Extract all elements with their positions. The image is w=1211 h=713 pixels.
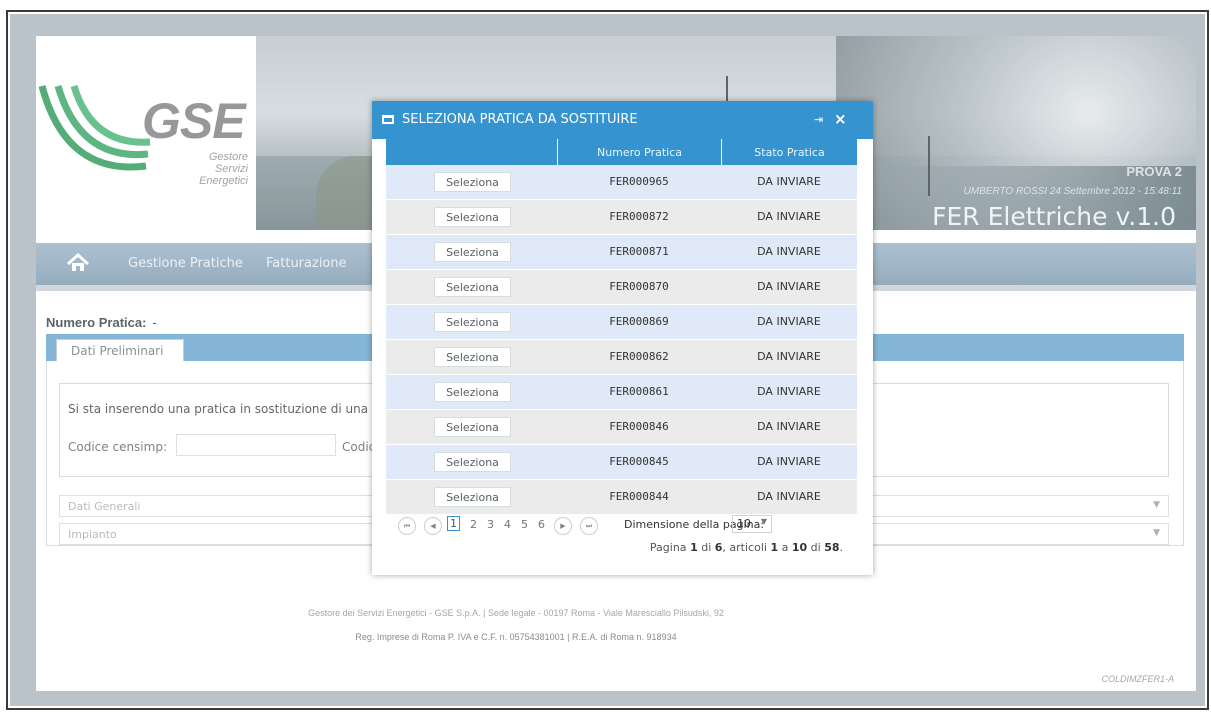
column-header-numero[interactable]: Numero Pratica (557, 139, 721, 165)
stato-pratica-cell: DA INVIARE (757, 420, 821, 433)
stato-pratica-cell: DA INVIARE (757, 315, 821, 328)
grid-header: Numero Pratica Stato Pratica (386, 139, 857, 165)
seleziona-button[interactable]: Seleziona (434, 277, 511, 297)
page-5[interactable]: 5 (521, 518, 528, 531)
dialog-header: SELEZIONA PRATICA DA SOSTITUIRE ⇥ × (372, 101, 873, 139)
close-icon[interactable]: × (834, 110, 847, 128)
dialog-title: SELEZIONA PRATICA DA SOSTITUIRE (402, 112, 638, 127)
chevron-down-icon: ▼ (760, 517, 767, 526)
numero-pratica-cell: FER000862 (609, 350, 669, 363)
numero-pratica-cell: FER000846 (609, 420, 669, 433)
table-row[interactable]: Seleziona FER000872 DA INVIARE (386, 200, 857, 235)
pager-info-text: di (697, 541, 715, 554)
page-1[interactable]: 1 (447, 516, 460, 531)
pager-info-text: . (839, 541, 844, 554)
seleziona-button[interactable]: Seleziona (434, 207, 511, 227)
page-2[interactable]: 2 (470, 518, 477, 531)
column-header-stato[interactable]: Stato Pratica (721, 139, 857, 165)
seleziona-button[interactable]: Seleziona (434, 347, 511, 367)
stato-pratica-cell: DA INVIARE (757, 175, 821, 188)
numero-pratica-cell: FER000845 (609, 455, 669, 468)
pager-info-text: , articoli (722, 541, 771, 554)
first-page-icon[interactable]: ⏮ (398, 517, 416, 535)
seleziona-button[interactable]: Seleziona (434, 242, 511, 262)
stato-pratica-cell: DA INVIARE (757, 245, 821, 258)
pager-info-value: 1 (690, 541, 698, 554)
table-row[interactable]: Seleziona FER000861 DA INVIARE (386, 375, 857, 410)
numero-pratica-cell: FER000870 (609, 280, 669, 293)
numero-pratica-cell: FER000965 (609, 175, 669, 188)
stato-pratica-cell: DA INVIARE (757, 490, 821, 503)
table-row[interactable]: Seleziona FER000869 DA INVIARE (386, 305, 857, 340)
stato-pratica-cell: DA INVIARE (757, 280, 821, 293)
stato-pratica-cell: DA INVIARE (757, 385, 821, 398)
numero-pratica-cell: FER000844 (609, 490, 669, 503)
seleziona-button[interactable]: Seleziona (434, 487, 511, 507)
seleziona-button[interactable]: Seleziona (434, 452, 511, 472)
page-3[interactable]: 3 (487, 518, 494, 531)
stato-pratica-cell: DA INVIARE (757, 210, 821, 223)
last-page-icon[interactable]: ⏭ (580, 517, 598, 535)
numero-pratica-cell: FER000872 (609, 210, 669, 223)
pin-icon[interactable]: ⇥ (814, 113, 823, 126)
table-row[interactable]: Seleziona FER000870 DA INVIARE (386, 270, 857, 305)
window-icon (382, 115, 394, 124)
seleziona-button[interactable]: Seleziona (434, 172, 511, 192)
pager-info: Pagina 1 di 6, articoli 1 a 10 di 58. (650, 541, 843, 554)
pager-info-value: 1 (770, 541, 779, 554)
pager-info-text: a (778, 541, 792, 554)
numero-pratica-cell: FER000869 (609, 315, 669, 328)
stato-pratica-cell: DA INVIARE (757, 350, 821, 363)
next-page-icon[interactable]: ▶ (554, 517, 572, 535)
seleziona-button[interactable]: Seleziona (434, 382, 511, 402)
pratiche-grid: Numero Pratica Stato Pratica Seleziona FE… (386, 139, 857, 515)
seleziona-button[interactable]: Seleziona (434, 417, 511, 437)
table-row[interactable]: Seleziona FER000845 DA INVIARE (386, 445, 857, 480)
page-size-select[interactable]: 10 ▼ (732, 515, 772, 533)
column-header-actions (386, 139, 557, 165)
table-row[interactable]: Seleziona FER000965 DA INVIARE (386, 165, 857, 200)
page-4[interactable]: 4 (504, 518, 511, 531)
pager-info-text: Pagina (649, 541, 691, 554)
numero-pratica-cell: FER000871 (609, 245, 669, 258)
table-row[interactable]: Seleziona FER000846 DA INVIARE (386, 410, 857, 445)
page-size-value: 10 (737, 517, 751, 530)
pager-info-value: 10 (791, 541, 808, 554)
select-pratica-dialog: SELEZIONA PRATICA DA SOSTITUIRE ⇥ × Nume… (372, 101, 873, 575)
table-row[interactable]: Seleziona FER000862 DA INVIARE (386, 340, 857, 375)
numero-pratica-cell: FER000861 (609, 385, 669, 398)
pager: ⏮ ◀ 1 2 3 4 5 6 ▶ ⏭ Dimensione della pag… (386, 509, 857, 567)
page-6[interactable]: 6 (538, 518, 545, 531)
stato-pratica-cell: DA INVIARE (757, 455, 821, 468)
prev-page-icon[interactable]: ◀ (424, 517, 442, 535)
pager-info-value: 58 (824, 541, 840, 554)
seleziona-button[interactable]: Seleziona (434, 312, 511, 332)
pager-info-text: di (807, 541, 825, 554)
table-row[interactable]: Seleziona FER000871 DA INVIARE (386, 235, 857, 270)
